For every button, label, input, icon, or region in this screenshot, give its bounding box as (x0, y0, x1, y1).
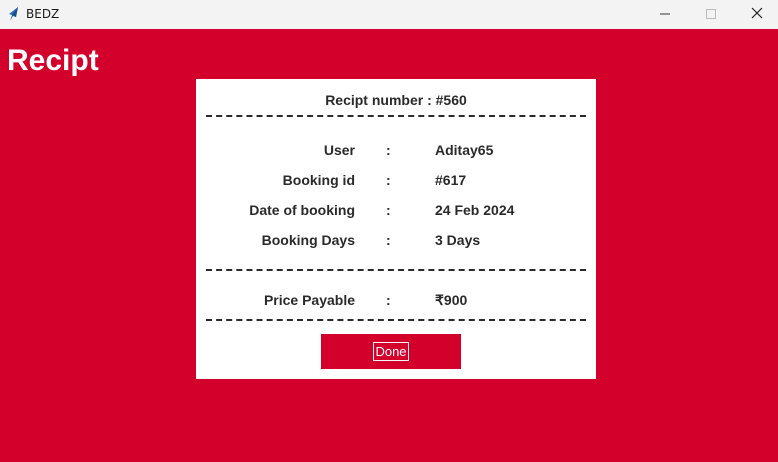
row-value: 24 Feb 2024 (435, 202, 515, 218)
app-window: BEDZ Recipt Recipt number : #560 User: … (0, 0, 778, 462)
row-value: #617 (435, 172, 467, 188)
row-value: 3 Days (435, 232, 481, 248)
receipt-row-date: Date of booking : 24 Feb 2024 (196, 202, 596, 222)
row-separator: : (386, 202, 391, 218)
maximize-button[interactable] (688, 0, 734, 29)
row-separator: : (386, 172, 391, 188)
close-icon (751, 6, 763, 24)
price-value: ₹900 (435, 292, 468, 308)
title-bar[interactable]: BEDZ (0, 0, 778, 29)
receipt-row-booking-id: Booking id : #617 (196, 172, 596, 192)
receipt-number: Recipt number : #560 (325, 92, 467, 108)
window-title: BEDZ (26, 7, 60, 21)
done-button[interactable]: Done (321, 334, 461, 369)
done-button-label: Done (373, 342, 409, 361)
row-separator: : (386, 142, 391, 158)
close-button[interactable] (734, 0, 778, 29)
row-label: Price Payable (263, 292, 355, 308)
main-area: Recipt Recipt number : #560 User : Adita… (0, 29, 778, 462)
divider (206, 115, 586, 117)
row-label: Booking id (282, 172, 355, 188)
row-label: User (323, 142, 355, 158)
row-label: Date of booking (249, 202, 355, 218)
receipt-row-days: Booking Days : 3 Days (196, 232, 596, 252)
maximize-icon (706, 6, 716, 24)
minimize-button[interactable] (642, 0, 688, 29)
divider (206, 269, 586, 271)
feather-icon (6, 6, 20, 22)
row-separator: : (386, 292, 391, 308)
receipt-row-price: Price Payable : ₹900 (196, 292, 596, 312)
row-label: Booking Days (261, 232, 355, 248)
row-value: Aditay65 (435, 142, 494, 158)
row-separator: : (386, 232, 391, 248)
minimize-icon (660, 6, 670, 24)
receipt-row-user: User : Aditay65 (196, 142, 596, 162)
page-title: Recipt (7, 44, 99, 77)
divider (206, 319, 586, 321)
receipt-card: Recipt number : #560 User : Aditay65 Boo… (196, 79, 596, 379)
